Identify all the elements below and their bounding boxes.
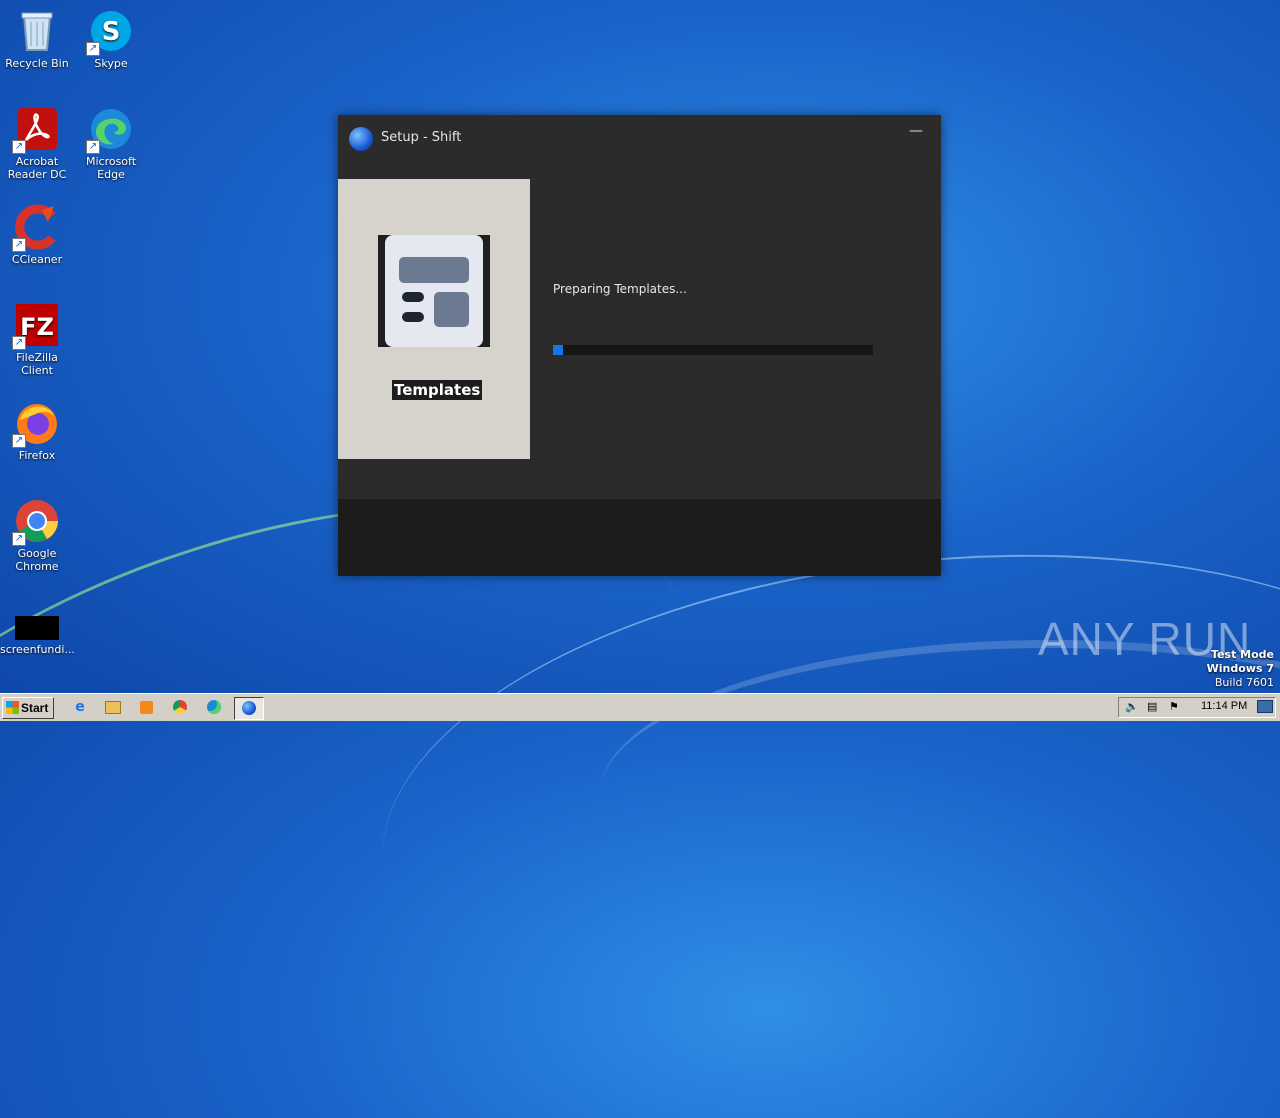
edge-taskbar-icon[interactable] (202, 697, 226, 718)
action-center-flag-icon[interactable]: ⚑ (1169, 700, 1179, 713)
black-file-icon (14, 612, 60, 640)
skype-icon: S ↗ (86, 8, 134, 56)
window-footer (338, 499, 941, 576)
os-label: Windows 7 (1206, 662, 1274, 675)
templates-icon (378, 235, 490, 347)
ie-taskbar-icon[interactable]: e (68, 697, 92, 718)
start-button[interactable]: Start (2, 697, 54, 719)
desktop-icon-skype[interactable]: S ↗ Skype (74, 8, 148, 70)
side-panel: Templates (338, 179, 530, 459)
chrome-icon: ↗ (12, 498, 60, 546)
window-titlebar[interactable]: Setup - Shift — (338, 115, 941, 163)
minimize-button[interactable]: — (903, 123, 929, 143)
taskbar: Start e 🔈 ▤ ⚑ 11:14 PM (0, 693, 1280, 721)
shortcut-arrow-icon: ↗ (12, 434, 26, 448)
desktop-icon-label: Firefox (18, 449, 56, 462)
desktop-icon-screenfundi[interactable]: screenfundi... (0, 612, 75, 656)
filezilla-icon: FZ ↗ (12, 302, 60, 350)
desktop-icon-label: Microsoft Edge (85, 155, 137, 181)
progress-bar (553, 345, 873, 355)
acrobat-icon: ↗ (12, 106, 60, 154)
explorer-taskbar-icon[interactable] (101, 697, 125, 718)
desktop-icon-edge[interactable]: ↗ Microsoft Edge (74, 106, 148, 181)
test-mode-label: Test Mode (1211, 648, 1274, 661)
clock[interactable]: 11:14 PM (1201, 700, 1247, 712)
shift-logo-icon (349, 127, 373, 151)
firefox-icon: ↗ (12, 400, 60, 448)
status-text: Preparing Templates... (553, 282, 687, 296)
build-label: Build 7601 (1214, 676, 1274, 689)
desktop-icon-label: Skype (94, 57, 128, 70)
desktop-icon-label: Google Chrome (15, 547, 59, 573)
svg-text:S: S (102, 17, 121, 47)
window-title: Setup - Shift (381, 130, 462, 145)
desktop-icon-label: screenfundi... (0, 643, 75, 656)
test-mode-watermark: Test Mode Windows 7 Build 7601 (1207, 648, 1274, 690)
desktop-icon-chrome[interactable]: ↗ Google Chrome (0, 498, 74, 573)
desktop-icon-label: Acrobat Reader DC (7, 155, 67, 181)
side-panel-label: Templates (392, 380, 483, 400)
windows-flag-icon (6, 701, 19, 714)
desktop-icon-ccleaner[interactable]: ↗ CCleaner (0, 204, 74, 266)
media-player-taskbar-icon[interactable] (134, 697, 158, 718)
desktop-icon-recycle-bin[interactable]: Recycle Bin (0, 8, 74, 70)
ccleaner-icon: ↗ (12, 204, 60, 252)
shortcut-arrow-icon: ↗ (12, 140, 26, 154)
edge-icon: ↗ (86, 106, 134, 154)
system-tray: 🔈 ▤ ⚑ 11:14 PM (1118, 697, 1276, 718)
desktop-icon-label: CCleaner (11, 253, 63, 266)
shortcut-arrow-icon: ↗ (12, 238, 26, 252)
speaker-icon[interactable]: 🔈 (1125, 700, 1139, 713)
shortcut-arrow-icon: ↗ (12, 532, 26, 546)
setup-window: Setup - Shift — Templates Preparing Temp… (338, 115, 941, 576)
show-desktop-icon[interactable] (1257, 700, 1273, 713)
recycle-bin-icon (14, 8, 60, 54)
start-label: Start (21, 701, 49, 715)
desktop-icon-label: Recycle Bin (5, 57, 69, 70)
shortcut-arrow-icon: ↗ (86, 42, 100, 56)
desktop-icon-firefox[interactable]: ↗ Firefox (0, 400, 74, 462)
shift-taskbar-icon[interactable] (234, 697, 264, 720)
network-icon[interactable]: ▤ (1147, 700, 1157, 713)
desktop-icon-acrobat[interactable]: ↗ Acrobat Reader DC (0, 106, 74, 181)
desktop-icon-label: FileZilla Client (16, 351, 58, 377)
shortcut-arrow-icon: ↗ (86, 140, 100, 154)
progress-fill (553, 345, 563, 355)
shortcut-arrow-icon: ↗ (12, 336, 26, 350)
chrome-taskbar-icon[interactable] (168, 697, 192, 718)
desktop-icon-filezilla[interactable]: FZ ↗ FileZilla Client (0, 302, 74, 377)
